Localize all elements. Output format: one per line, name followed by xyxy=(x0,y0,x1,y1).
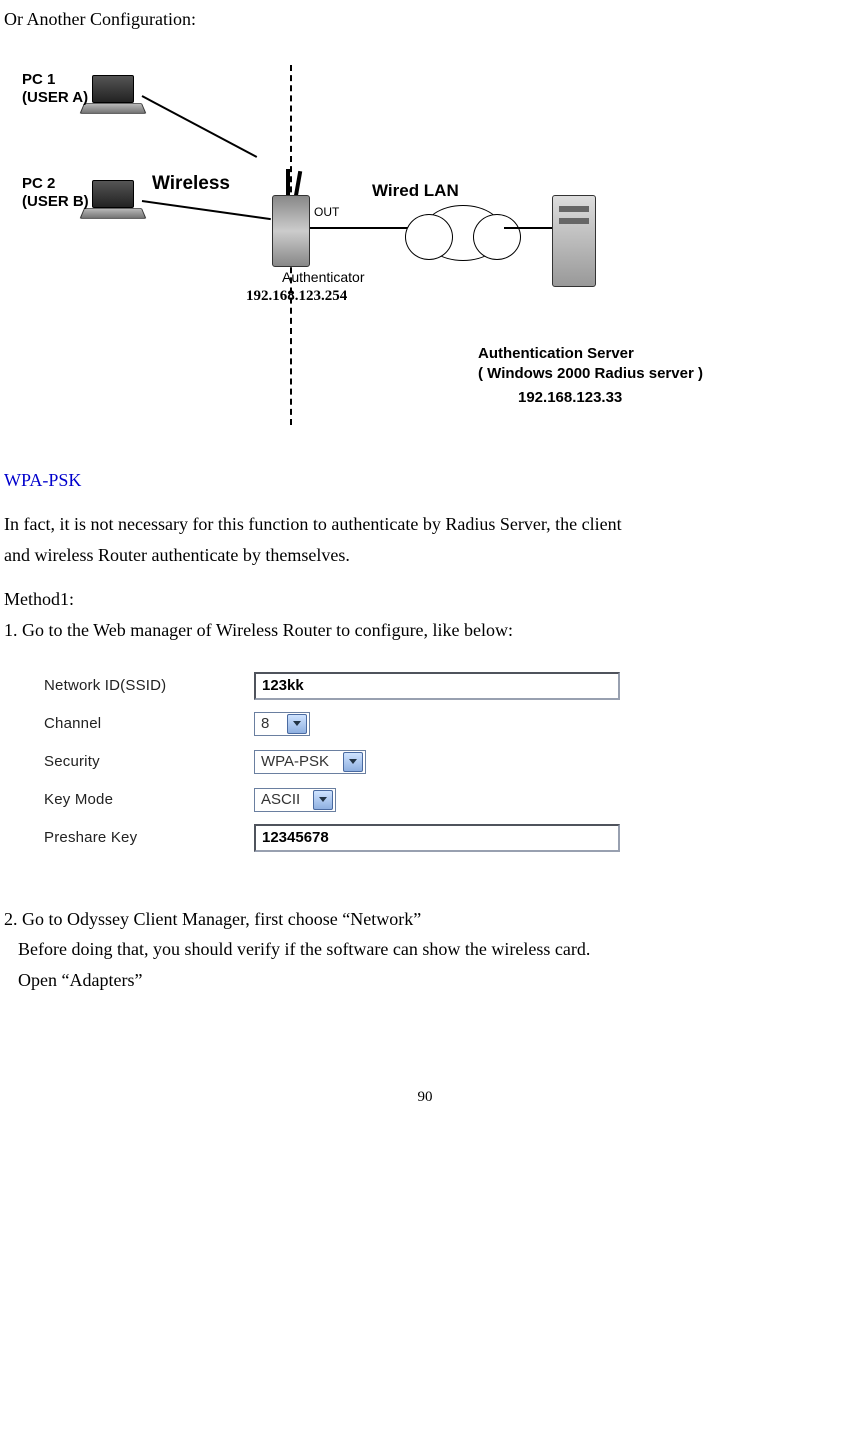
auth-server-ip: 192.168.123.33 xyxy=(518,389,622,407)
authenticator-ip: 192.168.123.254 xyxy=(246,287,347,305)
connector-line xyxy=(142,95,258,158)
auth-server-line2: ( Windows 2000 Radius server ) xyxy=(478,365,703,383)
intro-line: Or Another Configuration: xyxy=(4,4,846,35)
router-config-form: Network ID(SSID) Channel 8 Security WPA-… xyxy=(28,648,700,890)
connector-line xyxy=(142,200,271,220)
psk-input[interactable] xyxy=(254,824,620,852)
connector-line xyxy=(504,227,552,229)
keymode-select[interactable]: ASCII xyxy=(254,788,336,812)
keymode-value: ASCII xyxy=(261,787,300,813)
chevron-down-icon xyxy=(287,714,307,734)
step2-line3: Open “Adapters” xyxy=(4,965,846,996)
security-select[interactable]: WPA-PSK xyxy=(254,750,366,774)
out-label: OUT xyxy=(314,205,339,219)
server-icon xyxy=(552,195,596,287)
wireless-label: Wireless xyxy=(152,173,230,196)
chevron-down-icon xyxy=(343,752,363,772)
network-diagram: PC 1 (USER A) PC 2 (USER B) Wireless OUT… xyxy=(22,65,742,445)
pc2-label: PC 2 xyxy=(22,175,55,193)
auth-server-line1: Authentication Server xyxy=(478,345,634,363)
cloud-icon xyxy=(422,205,504,261)
channel-label: Channel xyxy=(44,711,254,737)
access-point-icon xyxy=(272,195,308,265)
security-value: WPA-PSK xyxy=(261,749,329,775)
step1-text: 1. Go to the Web manager of Wireless Rou… xyxy=(4,615,846,646)
ssid-input[interactable] xyxy=(254,672,620,700)
ssid-label: Network ID(SSID) xyxy=(44,673,254,699)
step2-line1: 2. Go to Odyssey Client Manager, first c… xyxy=(4,904,846,935)
connector-line xyxy=(310,227,416,229)
user-a-label: (USER A) xyxy=(22,89,88,107)
wpa-psk-heading: WPA-PSK xyxy=(4,465,846,496)
channel-select[interactable]: 8 xyxy=(254,712,310,736)
wpa-desc-line1: In fact, it is not necessary for this fu… xyxy=(4,509,846,540)
laptop-pc1-icon xyxy=(82,75,142,115)
keymode-label: Key Mode xyxy=(44,787,254,813)
method1-heading: Method1: xyxy=(4,584,846,615)
authenticator-label: Authenticator xyxy=(282,269,365,286)
security-label: Security xyxy=(44,749,254,775)
user-b-label: (USER B) xyxy=(22,193,89,211)
chevron-down-icon xyxy=(313,790,333,810)
wpa-desc-line2: and wireless Router authenticate by them… xyxy=(4,540,846,571)
wired-lan-label: Wired LAN xyxy=(372,181,459,201)
channel-value: 8 xyxy=(261,711,269,737)
laptop-pc2-icon xyxy=(82,180,142,220)
pc1-label: PC 1 xyxy=(22,71,55,89)
step2-line2: Before doing that, you should verify if … xyxy=(4,934,846,965)
psk-label: Preshare Key xyxy=(44,825,254,851)
page-number: 90 xyxy=(4,1085,846,1111)
